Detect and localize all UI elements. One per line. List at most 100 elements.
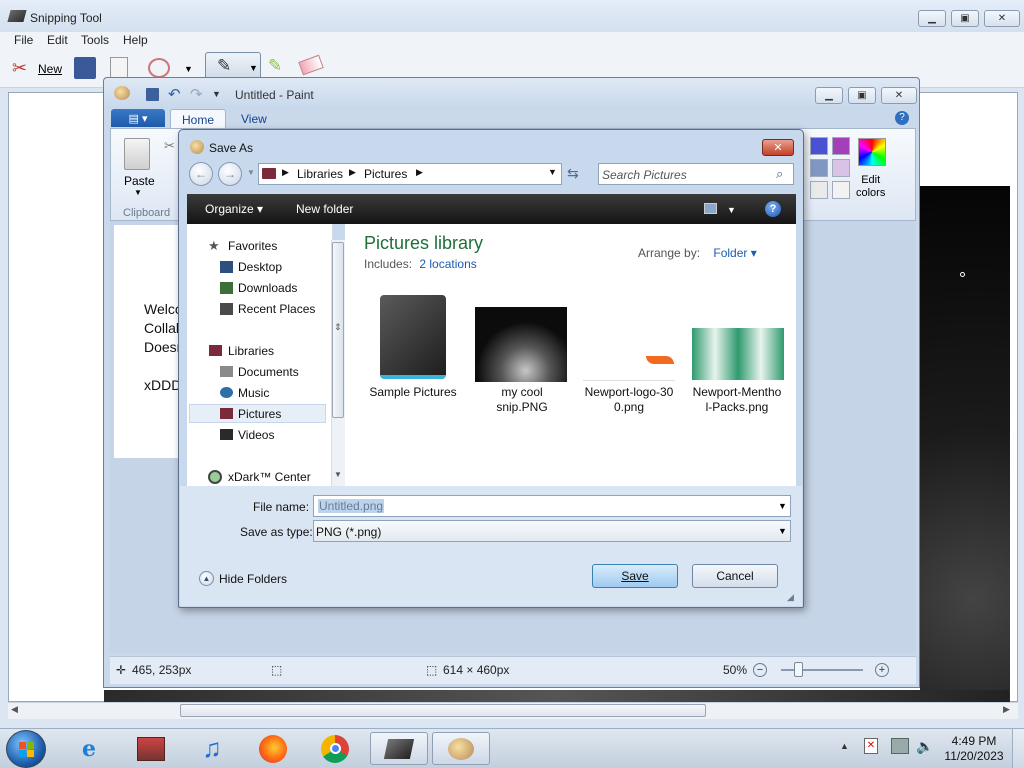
close-button[interactable]: ✕ — [984, 10, 1020, 27]
paint-minimize-button[interactable]: ▁ — [815, 87, 843, 104]
cut-icon[interactable]: ✂ — [164, 138, 175, 154]
action-center-icon[interactable]: ✕ — [864, 738, 878, 754]
file-label[interactable]: Newport-logo-30 0.png — [579, 385, 679, 415]
quick-save-icon[interactable] — [146, 88, 159, 101]
image-thumb[interactable] — [692, 328, 784, 380]
customize-qat-icon[interactable]: ▼ — [212, 89, 221, 99]
save-snip-icon[interactable] — [74, 57, 96, 79]
save-type-dropdown-icon[interactable]: ▼ — [778, 526, 787, 536]
arrange-by-dropdown[interactable]: Folder ▾ — [713, 246, 756, 260]
file-label[interactable]: Sample Pictures — [363, 385, 463, 400]
forward-button[interactable]: → — [218, 162, 242, 186]
new-snip-button[interactable]: New — [38, 62, 62, 76]
internet-explorer-icon[interactable]: e — [68, 732, 110, 765]
show-hidden-icons[interactable]: ▲ — [840, 741, 849, 751]
cancel-button[interactable]: Cancel — [692, 564, 778, 588]
zoom-slider-thumb[interactable] — [794, 662, 803, 677]
file-name-value[interactable]: Untitled.png — [318, 499, 385, 513]
nav-recent-places[interactable]: Recent Places — [238, 302, 315, 316]
paint-file-menu-button[interactable]: ▤ ▾ — [111, 109, 165, 127]
snipping-tool-taskbar-button[interactable] — [370, 732, 428, 765]
locations-link[interactable]: 2 locations — [419, 257, 476, 271]
copy-icon[interactable] — [110, 57, 128, 79]
nav-videos[interactable]: Videos — [238, 428, 274, 442]
paste-label[interactable]: Paste — [124, 174, 155, 188]
nav-music[interactable]: Music — [238, 386, 269, 400]
start-button[interactable] — [6, 730, 46, 768]
breadcrumb-separator-icon[interactable]: ▶ — [282, 167, 289, 178]
file-explorer-icon[interactable] — [130, 732, 172, 765]
zoom-in-button[interactable]: + — [875, 663, 889, 677]
color-swatch-empty[interactable] — [832, 181, 850, 199]
undo-icon[interactable]: ↶ — [168, 85, 181, 103]
color-swatch-lavender[interactable] — [832, 159, 850, 177]
save-type-select[interactable] — [313, 520, 791, 542]
color-swatch-purple[interactable] — [832, 137, 850, 155]
nav-desktop[interactable]: Desktop — [238, 260, 282, 274]
minimize-button[interactable]: ▁ — [918, 10, 946, 27]
back-button[interactable]: ← — [189, 162, 213, 186]
nav-xdark-center[interactable]: xDark™ Center — [228, 470, 311, 484]
pen-dropdown-icon[interactable]: ▼ — [249, 63, 258, 73]
nav-favorites[interactable]: Favorites — [228, 239, 277, 253]
folder-icon[interactable] — [380, 295, 446, 379]
dialog-help-icon[interactable]: ? — [765, 201, 781, 217]
itunes-icon[interactable]: ♫ — [191, 732, 233, 765]
new-folder-button[interactable]: New folder — [296, 202, 353, 216]
edit-colors-label[interactable]: Edit colors — [856, 174, 885, 200]
hide-folders-chevron-icon[interactable]: ▲ — [199, 571, 214, 586]
paste-icon[interactable] — [124, 138, 150, 170]
save-button[interactable]: Save — [592, 564, 678, 588]
resize-grip-icon[interactable]: ◢ — [787, 592, 794, 603]
highlighter-icon[interactable]: ✎ — [268, 56, 282, 76]
hide-folders-button[interactable]: Hide Folders — [219, 572, 287, 586]
color-swatch-empty[interactable] — [810, 181, 828, 199]
volume-muted-icon[interactable]: 🔈 — [916, 738, 933, 755]
zoom-out-button[interactable]: − — [753, 663, 767, 677]
paint-maximize-button[interactable]: ▣ — [848, 87, 876, 104]
edit-colors-icon[interactable] — [858, 138, 886, 166]
dialog-close-button[interactable]: ✕ — [762, 139, 794, 156]
view-dropdown-icon[interactable]: ▼ — [727, 205, 736, 215]
network-icon[interactable] — [891, 738, 909, 754]
send-dropdown-icon[interactable]: ▼ — [184, 64, 193, 74]
file-label[interactable]: Newport-Mentho l-Packs.png — [687, 385, 787, 415]
chrome-icon[interactable] — [314, 732, 356, 765]
recent-pages-icon[interactable]: ▼ — [247, 168, 255, 177]
menu-edit[interactable]: Edit — [47, 33, 68, 47]
menu-tools[interactable]: Tools — [81, 33, 109, 47]
color-swatch-steel[interactable] — [810, 159, 828, 177]
menu-file[interactable]: File — [14, 33, 33, 47]
change-view-icon[interactable] — [704, 203, 717, 214]
breadcrumb-libraries[interactable]: Libraries — [297, 167, 343, 181]
nav-libraries[interactable]: Libraries — [228, 344, 274, 358]
nav-downloads[interactable]: Downloads — [238, 281, 297, 295]
refresh-icon[interactable]: ⇆ — [567, 165, 579, 182]
image-thumb[interactable] — [475, 307, 567, 382]
file-label[interactable]: my cool snip.PNG — [472, 385, 572, 415]
search-icon[interactable]: ⌕ — [776, 166, 783, 182]
scroll-right-icon[interactable]: ▶ — [1003, 704, 1010, 715]
color-swatch-blue[interactable] — [810, 137, 828, 155]
menu-help[interactable]: Help — [123, 33, 148, 47]
image-thumb[interactable] — [583, 352, 675, 381]
file-name-dropdown-icon[interactable]: ▼ — [778, 501, 787, 511]
nav-documents[interactable]: Documents — [238, 365, 299, 379]
redo-icon[interactable]: ↷ — [190, 85, 203, 103]
nav-pictures[interactable]: Pictures — [238, 407, 281, 421]
maximize-button[interactable]: ▣ — [951, 10, 979, 27]
snip-scroll-thumb[interactable] — [180, 704, 706, 717]
send-snip-icon[interactable] — [148, 58, 170, 78]
breadcrumb-separator-icon[interactable]: ▶ — [349, 167, 356, 178]
paste-dropdown-icon[interactable]: ▼ — [134, 188, 142, 197]
paint-taskbar-button[interactable] — [432, 732, 490, 765]
breadcrumb-separator-icon[interactable]: ▶ — [416, 167, 423, 178]
paint-close-button[interactable]: ✕ — [881, 87, 917, 104]
paint-help-icon[interactable]: ? — [895, 111, 909, 125]
clock[interactable]: 4:49 PM 11/20/2023 — [940, 734, 1008, 764]
tab-view[interactable]: View — [230, 109, 278, 129]
file-name-field[interactable] — [313, 495, 791, 517]
scroll-left-icon[interactable]: ◀ — [11, 704, 18, 715]
scroll-down-icon[interactable]: ▼ — [334, 470, 342, 479]
tab-home[interactable]: Home — [170, 109, 227, 129]
